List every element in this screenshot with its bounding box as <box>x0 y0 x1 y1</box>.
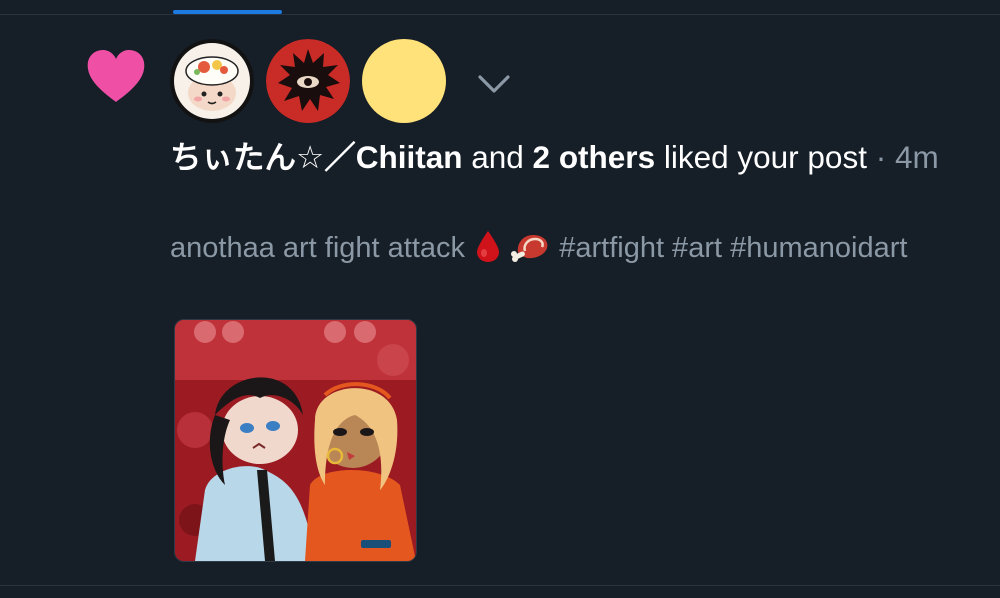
meat-on-bone-icon <box>511 235 548 262</box>
notification-headline: ちぃたん☆／Chiitan and 2 others liked your po… <box>170 136 960 178</box>
connector-text: and <box>462 139 533 175</box>
liker-name[interactable]: ちぃたん☆／Chiitan <box>170 139 462 175</box>
post-thumbnail-image[interactable] <box>174 319 417 562</box>
post-preview[interactable]: anothaa art fight attack #artfight #art … <box>170 227 960 269</box>
avatar-cat-with-food-icon[interactable] <box>170 39 254 123</box>
drop-of-blood-icon <box>477 231 500 262</box>
others-count[interactable]: 2 others <box>533 139 656 175</box>
avatar-plain-yellow[interactable] <box>362 39 446 123</box>
action-text: liked your post <box>655 139 867 175</box>
heart-icon <box>87 50 145 102</box>
divider <box>0 585 1000 586</box>
timestamp: 4m <box>894 139 939 175</box>
chevron-down-icon[interactable] <box>474 67 514 101</box>
separator: · <box>866 139 895 175</box>
like-notification[interactable]: ちぃたん☆／Chiitan and 2 others liked your po… <box>0 15 1000 585</box>
preview-text: anothaa art fight attack <box>170 232 466 264</box>
hashtags[interactable]: #artfight #art #humanoidart <box>559 232 907 264</box>
avatar-black-sun-eye-icon[interactable] <box>266 39 350 123</box>
notifications-page: ちぃたん☆／Chiitan and 2 others liked your po… <box>0 0 1000 598</box>
